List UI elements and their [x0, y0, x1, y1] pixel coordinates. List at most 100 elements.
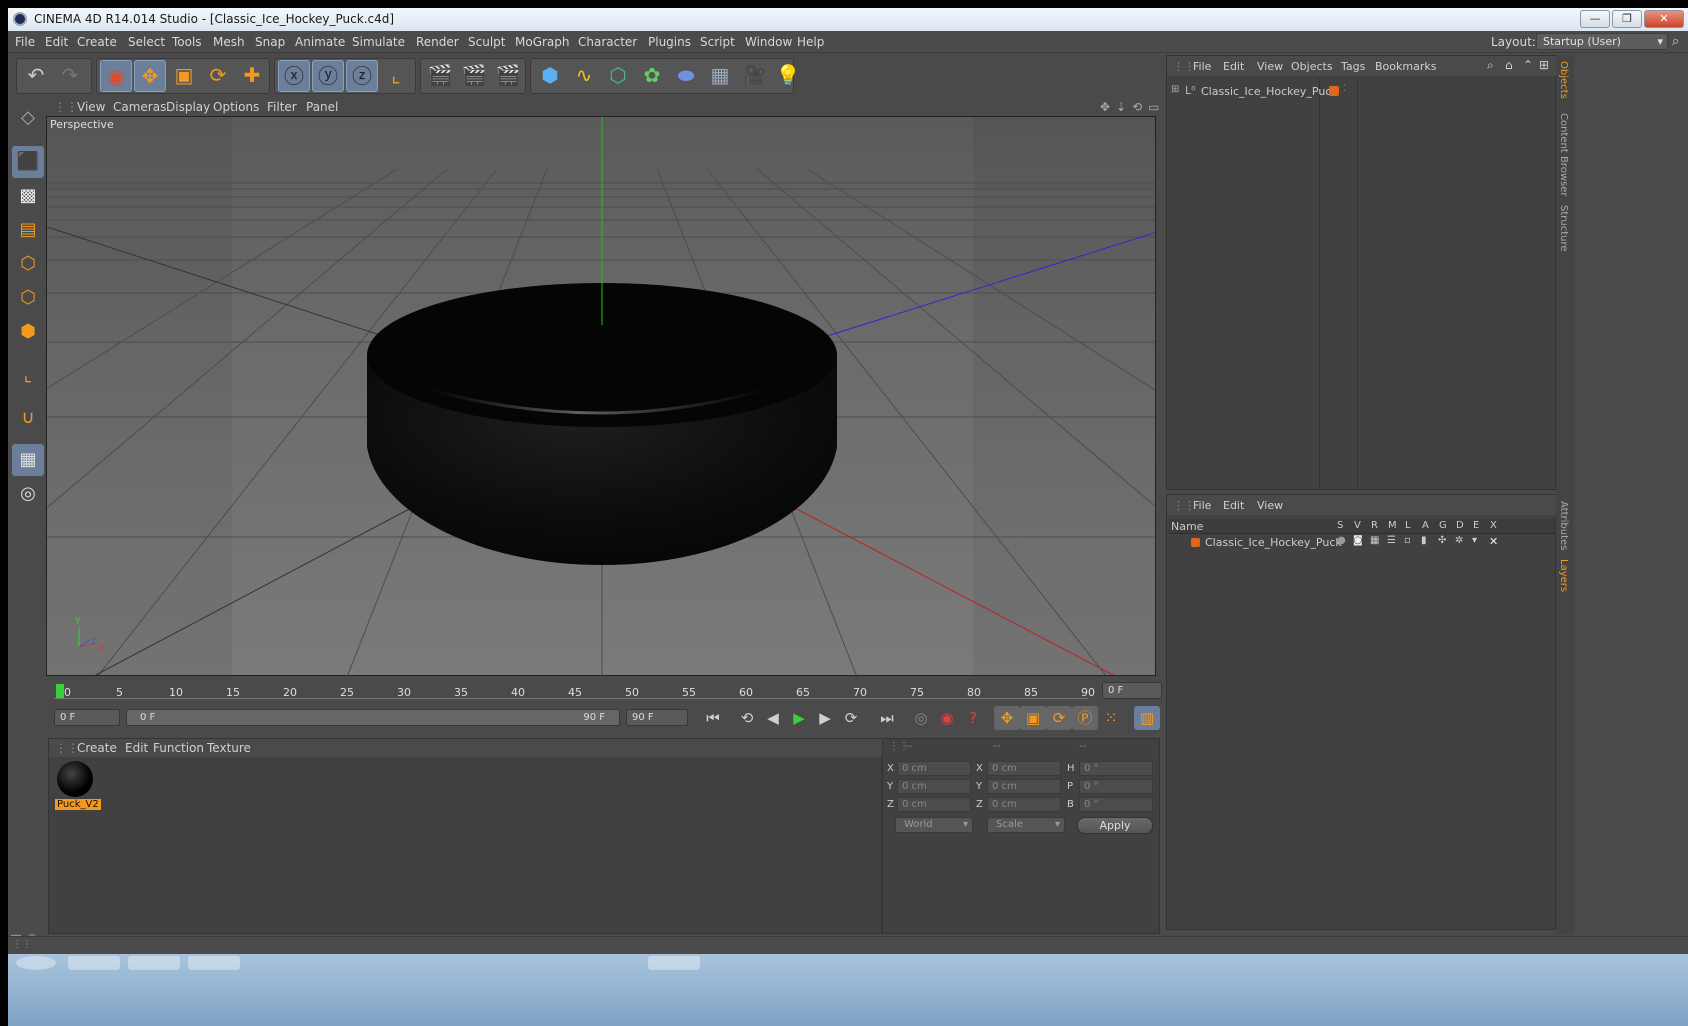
taskbar-item-cinema4d[interactable] [648, 956, 700, 970]
object-menu-view[interactable]: View [1257, 60, 1283, 73]
menu-sculpt[interactable]: Sculpt [468, 35, 505, 49]
previous-key-icon[interactable]: ⟲ [734, 706, 760, 730]
cube-icon[interactable]: ⬢ [534, 60, 566, 92]
tab-objects[interactable]: Objects [1558, 61, 1569, 99]
model-mode-icon[interactable]: ⬛ [12, 146, 44, 178]
menu-tools[interactable]: Tools [172, 35, 202, 49]
go-to-end-icon[interactable]: ⏭ [874, 706, 900, 730]
pos-y-field[interactable]: 0 cm [897, 779, 971, 794]
dolly-view-icon[interactable]: ⇣ [1116, 100, 1126, 114]
generator-toggle-icon[interactable]: ✣ [1438, 535, 1446, 546]
drag-handle-icon[interactable]: ⋮⋮ [1173, 499, 1195, 512]
x-axis-lock-icon[interactable]: ⓧ [278, 60, 310, 92]
menu-simulate[interactable]: Simulate [352, 35, 405, 49]
object-menu-edit[interactable]: Edit [1223, 60, 1244, 73]
expression-toggle-icon[interactable]: ▾ [1472, 535, 1477, 546]
scale-icon[interactable]: ▣ [168, 60, 200, 92]
move-icon[interactable]: ✥ [134, 60, 166, 92]
menu-help[interactable]: Help [797, 35, 824, 49]
layout-select[interactable]: Startup (User) ▾ [1536, 33, 1668, 50]
object-menu-objects[interactable]: Objects [1291, 60, 1333, 73]
render-to-picture-viewer-icon[interactable]: 🎬 [458, 60, 490, 92]
menu-select[interactable]: Select [128, 35, 165, 49]
home-icon[interactable]: ⌂ [1505, 58, 1513, 72]
search-icon[interactable]: ⌕ [1487, 58, 1494, 73]
points-mode-icon[interactable]: ⬡ [12, 248, 44, 280]
key-parameter-icon[interactable]: Ⓟ [1072, 706, 1098, 730]
solo-toggle-icon[interactable]: ● [1337, 535, 1346, 546]
taskbar-item[interactable] [68, 956, 120, 970]
timeline-ruler[interactable]: 0 5 10 15 20 25 30 35 40 45 50 55 60 65 … [48, 680, 1164, 702]
key-position-icon[interactable]: ✥ [994, 706, 1020, 730]
timeline-window-icon[interactable]: ▥ [1134, 706, 1160, 730]
rot-h-field[interactable]: 0 ° [1079, 761, 1153, 776]
menu-window[interactable]: Window [745, 35, 792, 49]
col-manager[interactable]: M [1388, 520, 1397, 531]
object-menu-file[interactable]: File [1193, 60, 1211, 73]
start-frame-field[interactable]: 0 F [54, 709, 120, 726]
autokey-icon[interactable]: ◉ [934, 706, 960, 730]
deformer-icon[interactable]: ⬬ [670, 60, 702, 92]
viewport-menu-filter[interactable]: Filter [267, 100, 297, 114]
axis-mode-icon[interactable]: ⌞ [12, 360, 44, 392]
layer-menu-file[interactable]: File [1193, 499, 1211, 512]
viewport-menu-panel[interactable]: Panel [306, 100, 338, 114]
edges-mode-icon[interactable]: ⬡ [12, 282, 44, 314]
view-toggle-icon[interactable]: ◙ [1353, 535, 1363, 546]
size-y-field[interactable]: 0 cm [987, 779, 1061, 794]
layer-menu-view[interactable]: View [1257, 499, 1283, 512]
pos-z-field[interactable]: 0 cm [897, 797, 971, 812]
hockey-puck[interactable] [367, 283, 837, 566]
render-settings-icon[interactable]: 🎬 [492, 60, 524, 92]
maximize-view-icon[interactable]: ▭ [1148, 100, 1159, 114]
search-icon[interactable]: ⌕ [1672, 34, 1679, 49]
layer-menu-edit[interactable]: Edit [1223, 499, 1244, 512]
drag-handle-icon[interactable]: ⋮⋮ [1173, 60, 1195, 73]
frame-range-slider[interactable]: 0 F 90 F [126, 709, 620, 726]
col-render[interactable]: R [1371, 520, 1378, 531]
drag-handle-icon[interactable]: ⋮⋮ [12, 939, 32, 950]
viewport-menu-display[interactable]: Display [166, 100, 210, 114]
viewport-menu-options[interactable]: Options [213, 100, 259, 114]
rot-b-field[interactable]: 0 ° [1079, 797, 1153, 812]
snap-magnet-icon[interactable]: ∪ [12, 402, 44, 434]
spline-icon[interactable]: ∿ [568, 60, 600, 92]
transform-mode-select[interactable]: Scale ▾ [987, 817, 1065, 833]
recent-tool-icon[interactable]: ✚ [236, 60, 268, 92]
menu-plugins[interactable]: Plugins [648, 35, 691, 49]
menu-render[interactable]: Render [416, 35, 459, 49]
go-to-start-icon[interactable]: ⏮ [700, 706, 726, 730]
next-frame-icon[interactable]: ▶ [812, 706, 838, 730]
restore-button[interactable]: ❐ [1612, 10, 1642, 28]
size-z-field[interactable]: 0 cm [987, 797, 1061, 812]
menu-animate[interactable]: Animate [295, 35, 345, 49]
col-name[interactable]: Name [1171, 520, 1203, 533]
menu-file[interactable]: File [15, 35, 35, 49]
xref-toggle-icon[interactable]: ✕ [1489, 535, 1498, 548]
col-xref[interactable]: X [1490, 520, 1497, 531]
material-menu-edit[interactable]: Edit [125, 741, 148, 755]
locked-workplane-icon[interactable]: ◎ [12, 478, 44, 510]
render-view-icon[interactable]: 🎬 [424, 60, 456, 92]
rotate-icon[interactable]: ⟳ [202, 60, 234, 92]
y-axis-lock-icon[interactable]: ⓨ [312, 60, 344, 92]
animation-toggle-icon[interactable]: ▮ [1421, 535, 1427, 546]
light-icon[interactable]: 💡 [772, 60, 804, 92]
menu-snap[interactable]: Snap [255, 35, 285, 49]
keyframe-selection-icon[interactable]: ? [960, 706, 986, 730]
col-expressions[interactable]: E [1473, 520, 1479, 531]
workplane-lock-icon[interactable]: ▦ [12, 444, 44, 476]
drag-handle-icon[interactable]: ⋮⋮ [55, 741, 79, 755]
lock-toggle-icon[interactable]: ▫ [1404, 535, 1411, 546]
polygons-mode-icon[interactable]: ⬢ [12, 316, 44, 348]
rot-p-field[interactable]: 0 ° [1079, 779, 1153, 794]
play-icon[interactable]: ▶ [786, 706, 812, 730]
tab-attributes[interactable]: Attributes [1558, 501, 1569, 550]
col-deformers[interactable]: D [1456, 520, 1464, 531]
tab-structure[interactable]: Structure [1558, 205, 1569, 252]
taskbar-item[interactable] [188, 956, 240, 970]
minimize-button[interactable]: — [1580, 10, 1610, 28]
z-axis-lock-icon[interactable]: ⓩ [346, 60, 378, 92]
material-menu-function[interactable]: Function [153, 741, 204, 755]
key-pla-icon[interactable]: ⁙ [1098, 706, 1124, 730]
